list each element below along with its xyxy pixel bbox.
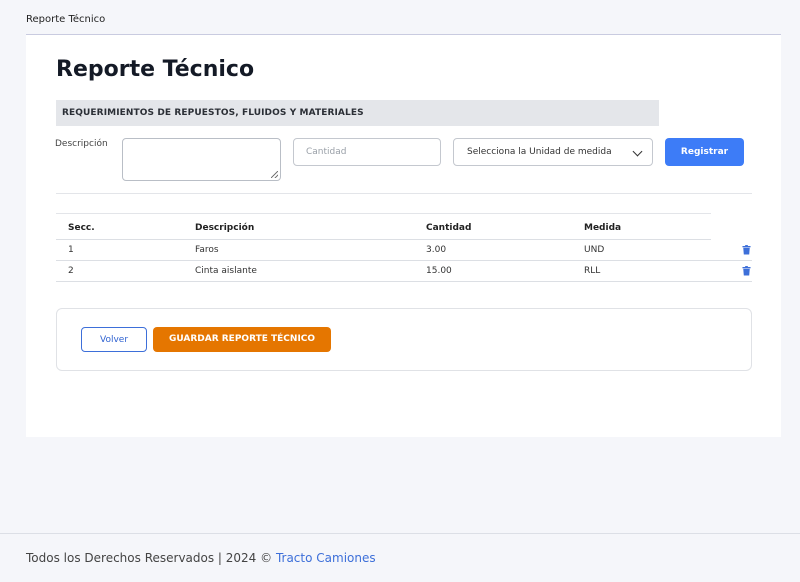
trash-icon[interactable] (742, 245, 751, 255)
cell-medida: RLL (584, 266, 601, 276)
cell-cantidad: 3.00 (426, 245, 447, 255)
column-header-medida: Medida (584, 223, 622, 233)
cell-cantidad: 15.00 (426, 266, 452, 276)
cell-descripcion: Faros (195, 245, 219, 255)
breadcrumb: Reporte Técnico (26, 14, 106, 25)
form-divider (56, 193, 752, 194)
description-textarea[interactable] (122, 138, 281, 181)
save-report-button[interactable]: GUARDAR REPORTE TÉCNICO (153, 327, 331, 352)
cell-secc: 1 (68, 245, 74, 255)
materials-table: Secc. Descripción Cantidad Medida 1 Faro… (56, 213, 752, 282)
section-header: REQUERIMIENTOS DE REPUESTOS, FLUIDOS Y M… (56, 100, 659, 126)
description-label: Descripción (55, 139, 108, 149)
trash-icon[interactable] (742, 266, 751, 276)
register-button[interactable]: Registrar (665, 138, 744, 166)
column-header-secc: Secc. (68, 223, 95, 233)
actions-panel: Volver GUARDAR REPORTE TÉCNICO (56, 308, 752, 371)
page-title: Reporte Técnico (56, 57, 255, 82)
column-header-descripcion: Descripción (195, 223, 255, 233)
cell-descripcion: Cinta aislante (195, 266, 257, 276)
cell-secc: 2 (68, 266, 74, 276)
top-bar: Reporte Técnico (0, 0, 800, 35)
chevron-down-icon (632, 146, 643, 157)
resize-grip-icon[interactable] (271, 171, 278, 178)
cell-medida: UND (584, 245, 605, 255)
table-row: 1 Faros 3.00 UND (56, 240, 752, 261)
back-button[interactable]: Volver (81, 327, 147, 352)
unit-of-measure-select[interactable]: Selecciona la Unidad de medida (453, 138, 653, 166)
column-header-cantidad: Cantidad (426, 223, 472, 233)
table-row: 2 Cinta aislante 15.00 RLL (56, 261, 752, 282)
main-card: Reporte Técnico REQUERIMIENTOS DE REPUES… (26, 35, 781, 437)
footer-text: Todos los Derechos Reservados | 2024 © T… (26, 551, 376, 565)
footer-copyright: Todos los Derechos Reservados | 2024 © (26, 551, 276, 565)
table-header-row: Secc. Descripción Cantidad Medida (56, 213, 711, 240)
footer-company-link[interactable]: Tracto Camiones (276, 551, 376, 565)
footer: Todos los Derechos Reservados | 2024 © T… (0, 533, 800, 582)
quantity-input[interactable] (293, 138, 441, 166)
unit-select-value: Selecciona la Unidad de medida (467, 147, 612, 157)
